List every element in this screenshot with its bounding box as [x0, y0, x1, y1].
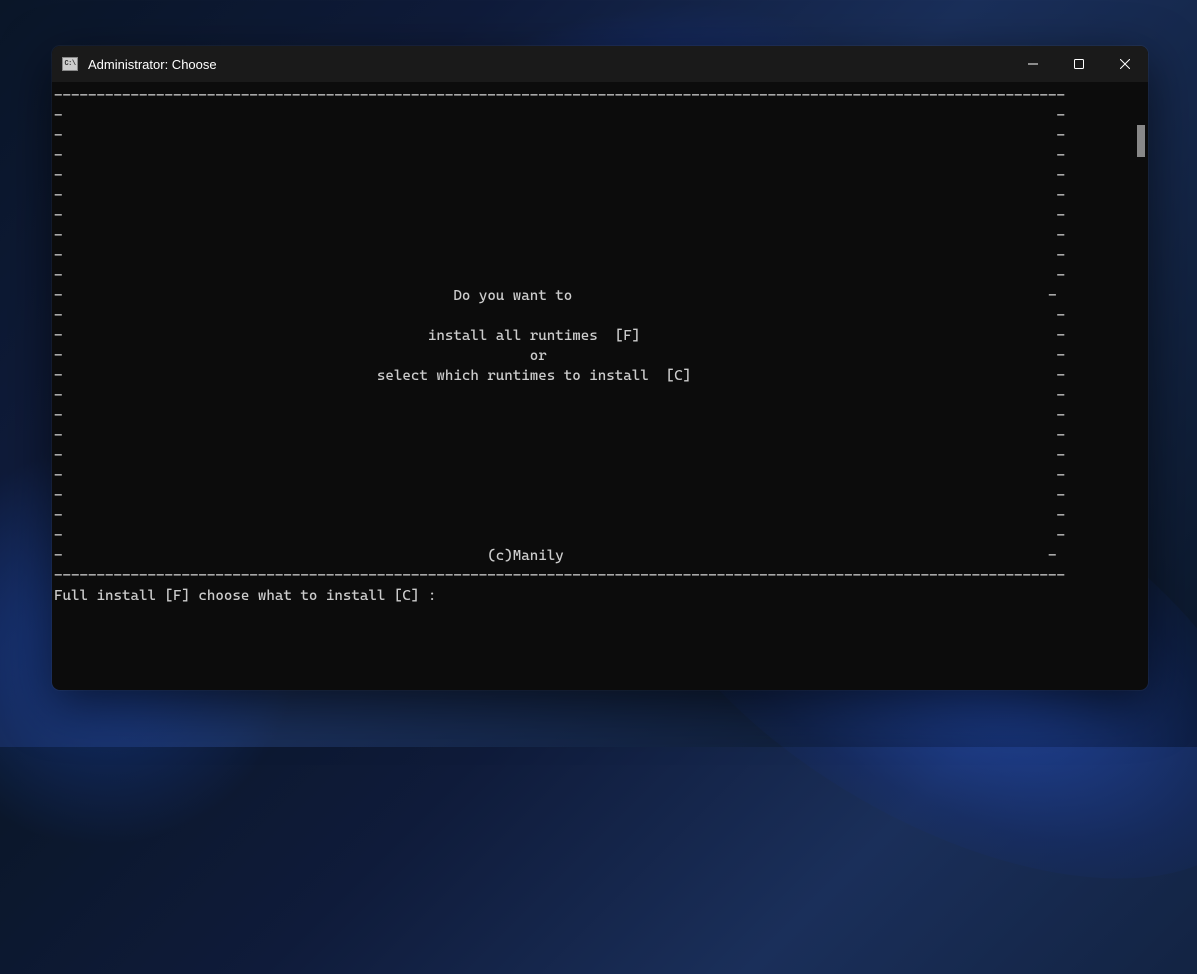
box-row: - -: [54, 186, 1148, 206]
box-row: - -: [54, 486, 1148, 506]
box-row: - -: [54, 166, 1148, 186]
window-title: Administrator: Choose: [88, 57, 217, 72]
or-line: - or -: [54, 346, 1148, 366]
copyright-line: - (c)Manily -: [54, 546, 1148, 566]
box-row: - -: [54, 426, 1148, 446]
box-row: - -: [54, 526, 1148, 546]
box-row: - -: [54, 246, 1148, 266]
box-border-top: ----------------------------------------…: [54, 86, 1148, 106]
box-row: - -: [54, 106, 1148, 126]
box-row: - -: [54, 126, 1148, 146]
close-button[interactable]: [1102, 46, 1148, 82]
box-row: - -: [54, 206, 1148, 226]
box-row: - -: [54, 406, 1148, 426]
scrollbar-thumb[interactable]: [1137, 125, 1145, 157]
prompt-line: - Do you want to -: [54, 286, 1148, 306]
option-choose-line: - select which runtimes to install [C] -: [54, 366, 1148, 386]
box-row: - -: [54, 446, 1148, 466]
box-row: - -: [54, 386, 1148, 406]
option-full-line: - install all runtimes [F] -: [54, 326, 1148, 346]
titlebar[interactable]: C:\ Administrator: Choose: [52, 46, 1148, 82]
box-row: - -: [54, 306, 1148, 326]
terminal-window: C:\ Administrator: Choose --------------…: [52, 46, 1148, 690]
box-row: - -: [54, 146, 1148, 166]
box-row: - -: [54, 226, 1148, 246]
box-row: - -: [54, 506, 1148, 526]
scrollbar[interactable]: [1137, 85, 1145, 197]
input-prompt-line[interactable]: Full install [F] choose what to install …: [54, 586, 1148, 606]
maximize-button[interactable]: [1056, 46, 1102, 82]
box-row: - -: [54, 466, 1148, 486]
minimize-button[interactable]: [1010, 46, 1056, 82]
terminal-output[interactable]: ----------------------------------------…: [52, 82, 1148, 690]
box-border-bottom: ----------------------------------------…: [54, 566, 1148, 586]
cmd-icon: C:\: [62, 57, 78, 71]
box-row: - -: [54, 266, 1148, 286]
